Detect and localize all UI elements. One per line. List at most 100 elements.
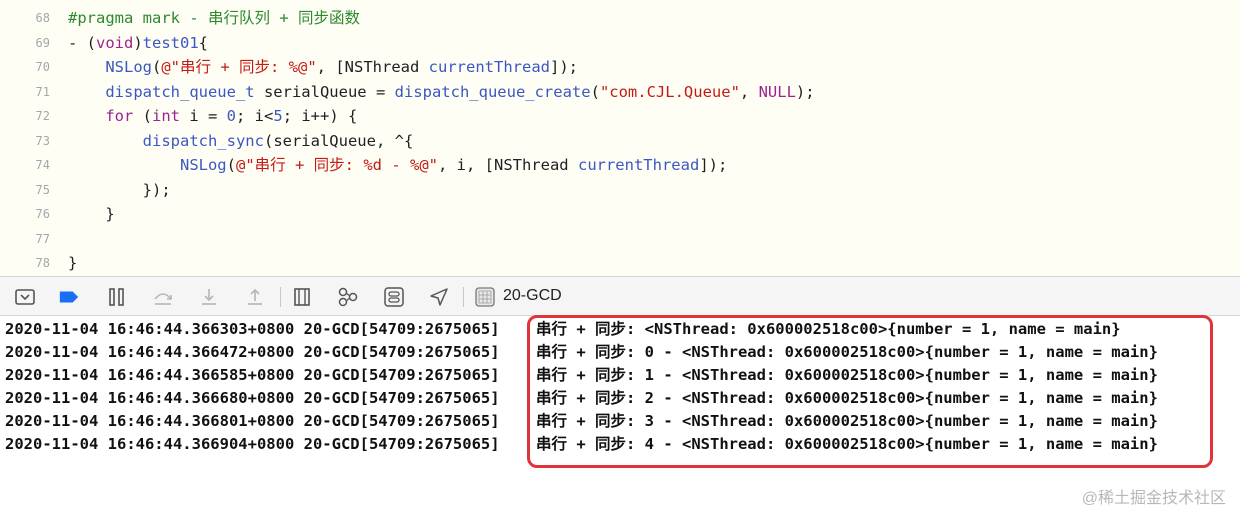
code-editor[interactable]: 68 #pragma mark - 串行队列 + 同步函数 69 - (void)te… — [0, 0, 1240, 276]
code-text: - (void)test01{ — [68, 31, 208, 55]
code-token: NSLog — [179, 156, 227, 174]
code-token: dispatch_sync — [142, 131, 264, 150]
line-number: 71 — [35, 84, 50, 99]
code-text: dispatch_queue_t serialQueue = dispatch_… — [68, 80, 815, 104]
memory-graph-icon[interactable] — [337, 286, 359, 308]
code-token: currentThread — [577, 156, 700, 174]
line-number: 75 — [35, 182, 50, 197]
code-text: NSLog(@"串行 + 同步: %d - %@", i, [NSThread … — [68, 153, 727, 177]
code-token: ( — [152, 58, 162, 76]
console-line: 2020-11-04 16:46:44.366472+0800 20-GCD[5… — [5, 341, 1158, 364]
line-number: 68 — [35, 11, 50, 25]
step-out-icon[interactable] — [244, 286, 266, 308]
code-token: ( — [133, 107, 152, 125]
code-token: (serialQueue, ^{ — [263, 131, 414, 150]
code-token: , i, [ — [437, 156, 494, 174]
code-token: for — [105, 107, 134, 125]
code-token: 0 — [226, 107, 237, 125]
pause-icon[interactable] — [106, 286, 128, 308]
line-number: 76 — [35, 207, 50, 221]
code-token: ]); — [699, 156, 728, 174]
code-token: ; i++) { — [282, 107, 358, 125]
code-text: } — [68, 202, 115, 226]
code-token: #pragma mark - — [68, 9, 208, 27]
code-token: NSLog — [105, 58, 152, 76]
log-prefix: 2020-11-04 16:46:44.366585+0800 20-GCD[5… — [5, 366, 500, 384]
log-prefix: 2020-11-04 16:46:44.366904+0800 20-GCD[5… — [5, 435, 500, 453]
simulate-location-icon[interactable] — [428, 286, 450, 308]
code-token: "com.CJL.Queue" — [599, 82, 740, 101]
log-prefix: 2020-11-04 16:46:44.366680+0800 20-GCD[5… — [5, 389, 500, 407]
code-token: }); — [68, 180, 171, 199]
code-token: int — [152, 107, 180, 125]
console-line: 2020-11-04 16:46:44.366303+0800 20-GCD[5… — [5, 318, 1121, 341]
console-line: 2020-11-04 16:46:44.366585+0800 20-GCD[5… — [5, 364, 1158, 387]
code-token: ( — [590, 82, 600, 101]
highlight-annotation — [527, 315, 1213, 468]
code-text: }); — [68, 178, 171, 202]
target-label[interactable]: 20-GCD — [503, 287, 562, 305]
line-number: 73 — [35, 133, 50, 148]
code-token: } — [68, 205, 115, 223]
code-token: @"串行 + 同步: %d - %@" — [236, 156, 438, 174]
code-text: } — [68, 251, 77, 275]
target-icon[interactable] — [474, 286, 496, 308]
code-text: dispatch_sync(serialQueue, ^{ — [68, 129, 414, 153]
code-token: 串行队列 + 同步函数 — [207, 9, 360, 27]
console-line: 2020-11-04 16:46:44.366904+0800 20-GCD[5… — [5, 433, 1158, 456]
code-token: NULL — [758, 82, 796, 101]
code-token: test01 — [142, 33, 199, 52]
console-line: 2020-11-04 16:46:44.366680+0800 20-GCD[5… — [5, 387, 1158, 410]
code-token: @"串行 + 同步: %@" — [161, 58, 317, 76]
line-number: 74 — [35, 158, 50, 172]
watermark: @稀土掘金技术社区 — [1081, 490, 1226, 507]
code-token: NSThread — [493, 156, 569, 174]
view-hierarchy-icon[interactable] — [291, 286, 313, 308]
console-line: 2020-11-04 16:46:44.366801+0800 20-GCD[5… — [5, 410, 1158, 433]
line-number: 72 — [35, 109, 50, 123]
code-token: void — [96, 33, 134, 52]
code-token: i = — [180, 107, 227, 125]
code-token: ); — [795, 82, 815, 101]
code-text: NSLog(@"串行 + 同步: %@", [NSThread currentT… — [68, 55, 578, 79]
step-into-icon[interactable] — [198, 286, 220, 308]
code-token: { — [198, 33, 209, 52]
code-token: dispatch_queue_create — [394, 82, 591, 101]
code-token: serialQueue = — [254, 82, 395, 101]
toolbar-divider — [463, 287, 464, 307]
code-token: ( — [226, 156, 236, 174]
code-token: - ( — [68, 33, 96, 52]
breakpoints-toggle-icon[interactable] — [58, 286, 80, 308]
log-prefix: 2020-11-04 16:46:44.366801+0800 20-GCD[5… — [5, 412, 500, 430]
line-number: 69 — [35, 35, 50, 50]
log-prefix: 2020-11-04 16:46:44.366303+0800 20-GCD[5… — [5, 320, 500, 338]
code-token: 5 — [273, 107, 283, 125]
line-number: 77 — [35, 231, 50, 246]
code-token: ) — [133, 33, 143, 52]
code-text: for (int i = 0; i<5; i++) { — [68, 104, 357, 128]
environment-overrides-icon[interactable] — [383, 286, 405, 308]
code-token: , — [739, 82, 759, 101]
code-token: ]); — [550, 58, 578, 76]
log-prefix: 2020-11-04 16:46:44.366472+0800 20-GCD[5… — [5, 343, 500, 361]
line-number: 78 — [35, 256, 50, 270]
code-token: } — [68, 254, 78, 272]
hide-debug-area-icon[interactable] — [14, 286, 36, 308]
code-token: ; i< — [236, 107, 274, 125]
code-token: NSThread — [344, 58, 420, 76]
debug-toolbar: 20-GCD — [0, 276, 1240, 316]
line-number: 70 — [35, 60, 50, 74]
code-token: , [ — [316, 58, 345, 76]
step-over-icon[interactable] — [152, 286, 174, 308]
toolbar-divider — [280, 287, 281, 307]
code-text: #pragma mark - 串行队列 + 同步函数 — [68, 6, 360, 30]
code-token: currentThread — [428, 58, 550, 76]
code-token: dispatch_queue_t — [105, 82, 255, 101]
